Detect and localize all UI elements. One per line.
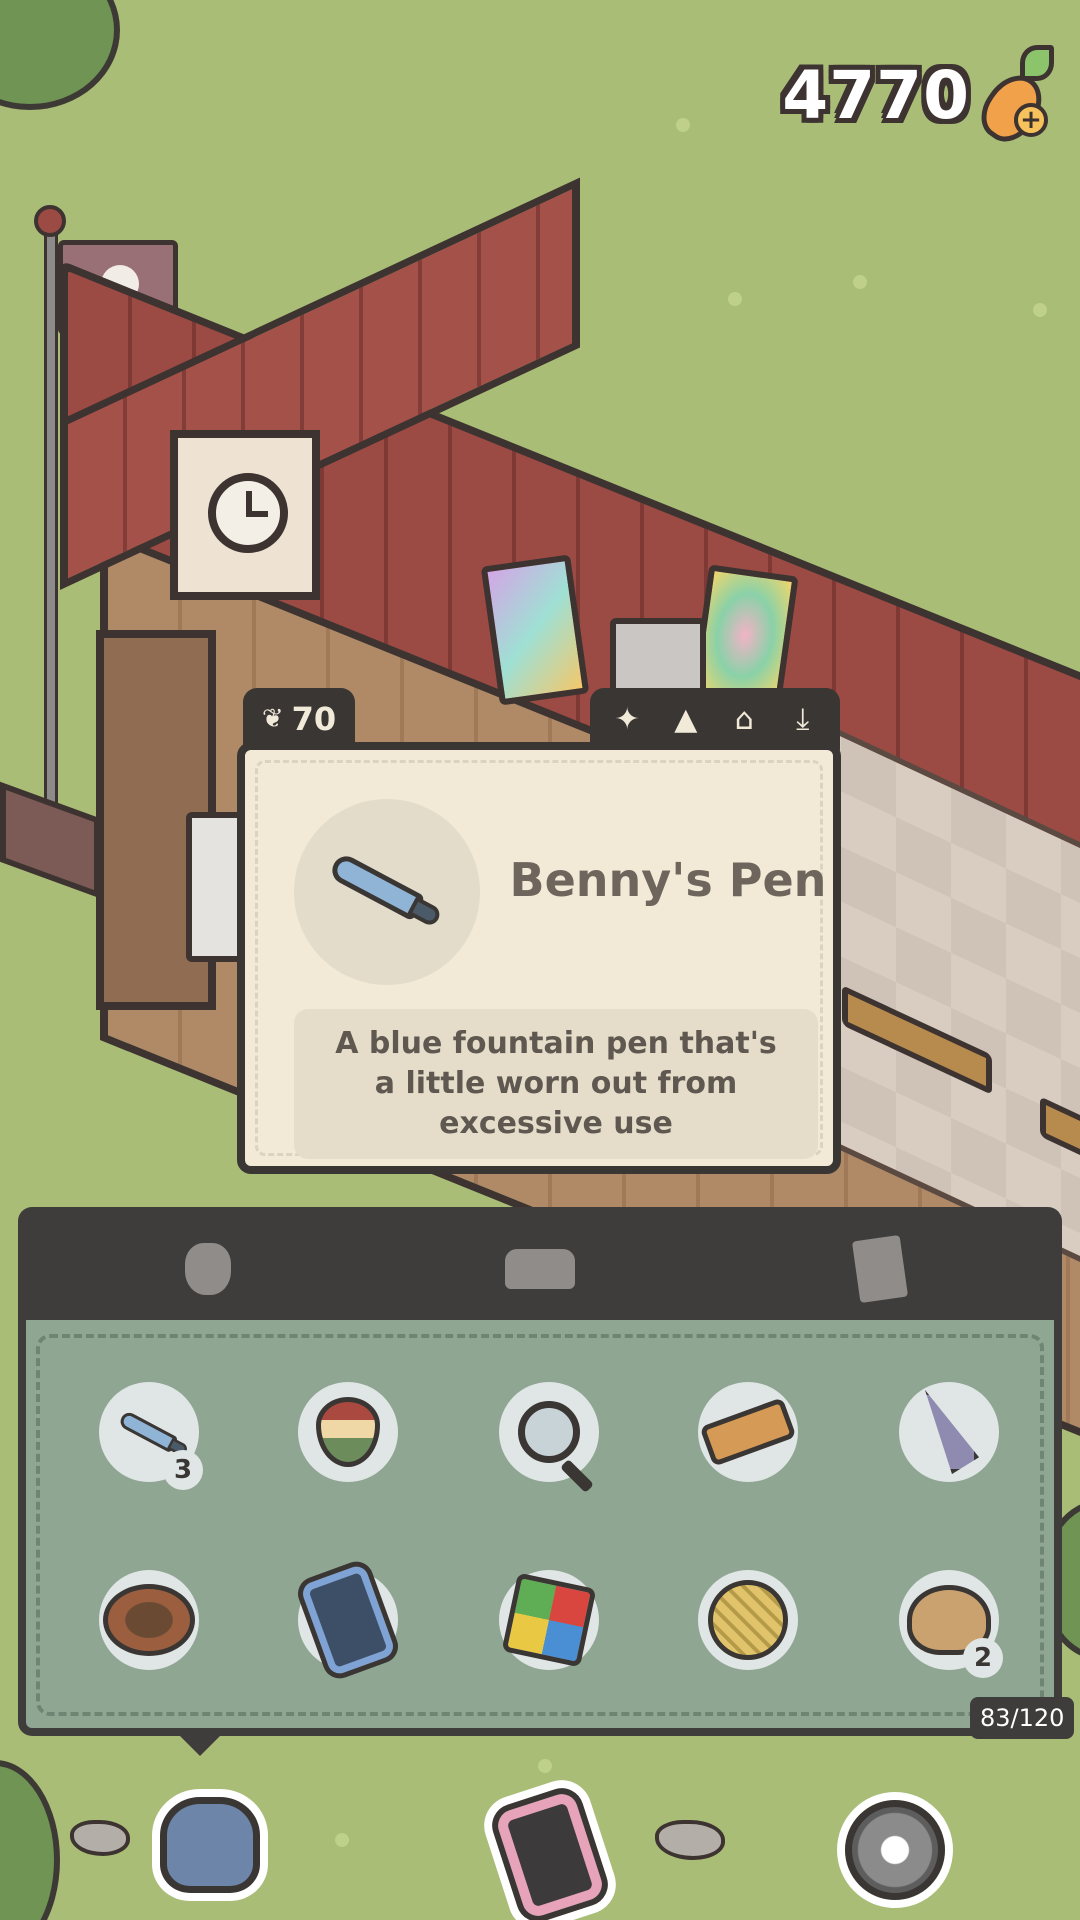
item-name: Benny's Pen (509, 853, 827, 907)
popup-dashed-border: Benny's Pen A blue fountain pen that's a… (255, 760, 826, 1159)
inventory-slot[interactable] (99, 1570, 199, 1670)
tab-items[interactable] (168, 1229, 248, 1309)
spinning-top-icon (316, 1397, 380, 1467)
inventory-pointer (178, 1734, 222, 1756)
bowl-icon (103, 1584, 195, 1656)
currency-value: 4770 (782, 56, 970, 134)
item-actions-tab: ✦ ▲ ⌂ ⤓ (590, 688, 840, 750)
grass-flower (728, 292, 742, 306)
flag-base (0, 781, 100, 899)
yarn-ball-icon (708, 1580, 788, 1660)
carrot-icon: ❦ (261, 704, 284, 734)
tab-seeds[interactable] (840, 1229, 920, 1309)
inventory-slot[interactable] (292, 1557, 404, 1683)
place-icon[interactable]: ⤓ (781, 697, 825, 741)
umbrella-icon (925, 1390, 979, 1474)
inventory-slot[interactable]: 3 (99, 1382, 203, 1490)
inventory-slot[interactable]: 2 (899, 1570, 1003, 1678)
add-currency-plus-icon: + (1014, 103, 1048, 137)
clock-icon (208, 473, 288, 553)
terrain-icon[interactable]: ▲ (664, 697, 708, 741)
psychedelic-poster (691, 564, 799, 706)
grass-flower (853, 275, 867, 289)
settings-button[interactable] (830, 1790, 960, 1910)
item-description: A blue fountain pen that's a little worn… (335, 1026, 777, 1141)
grass-flower (1033, 303, 1047, 317)
home-icon[interactable]: ⌂ (722, 697, 766, 741)
brush-icon (699, 1397, 797, 1467)
grass-flower (676, 118, 690, 132)
carrot-plus-icon[interactable]: + (970, 45, 1060, 152)
rock (70, 1820, 130, 1856)
blue-pen-icon (325, 846, 450, 938)
item-count: 2 (963, 1638, 1003, 1678)
flag-pole-top (34, 205, 66, 237)
inventory-grid: 3 2 (18, 1320, 1062, 1736)
inventory-slot[interactable] (499, 1570, 599, 1670)
item-detail-popup: Benny's Pen A blue fountain pen that's a… (237, 742, 841, 1174)
item-count: 3 (163, 1450, 203, 1490)
currency-display[interactable]: 4770 + (782, 45, 1060, 152)
phone-icon (485, 1782, 615, 1920)
magnifying-glass-icon (518, 1401, 580, 1463)
rock (655, 1820, 725, 1860)
flag-pole (44, 215, 58, 815)
settings-gear-icon (845, 1800, 945, 1900)
inventory-capacity: 83/120 (970, 1697, 1075, 1739)
grass-flower (538, 1759, 552, 1773)
clock-tower (170, 430, 320, 600)
item-price-tab: ❦ 70 (243, 688, 355, 750)
grass-flower (335, 1833, 349, 1847)
inventory-slot[interactable] (698, 1570, 798, 1670)
item-price: 70 (291, 700, 337, 738)
tab-furniture[interactable] (500, 1229, 580, 1309)
tree-bottom-left (0, 1760, 60, 1920)
item-description-box: A blue fountain pen that's a little worn… (294, 1009, 818, 1159)
inventory-tab-bar (18, 1207, 1062, 1327)
bag-icon (185, 1243, 231, 1295)
rubiks-cube-icon (501, 1572, 597, 1668)
mushroom-poster (480, 554, 590, 706)
backpack-button[interactable] (145, 1790, 275, 1900)
inventory-slot[interactable] (298, 1382, 398, 1482)
inventory-slot[interactable] (698, 1382, 798, 1482)
item-preview (294, 799, 480, 985)
phone-button[interactable] (485, 1782, 615, 1920)
blue-pen-icon (116, 1406, 190, 1458)
tree-top-left (0, 0, 120, 110)
sparkle-icon[interactable]: ✦ (605, 697, 649, 741)
seed-packet-icon (851, 1234, 909, 1304)
inventory-slot[interactable] (499, 1382, 599, 1482)
sofa-icon (505, 1249, 575, 1289)
backpack-icon (160, 1797, 260, 1893)
inventory-slot[interactable] (899, 1382, 999, 1482)
